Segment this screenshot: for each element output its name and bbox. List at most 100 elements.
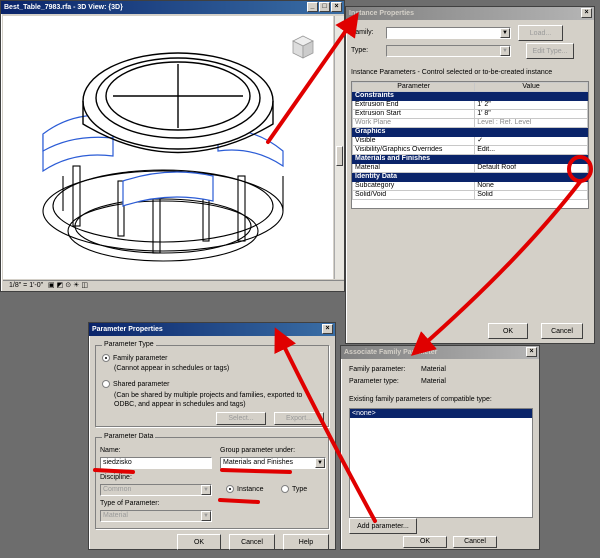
instance-params-label: Instance Parameters - Control selected o… xyxy=(351,69,553,76)
discipline-select[interactable]: Common ▼ xyxy=(100,484,212,496)
existing-params-label: Existing family parameters of compatible… xyxy=(349,396,492,403)
col-value-header[interactable]: Value xyxy=(474,82,588,92)
maximize-button[interactable]: □ xyxy=(319,2,330,12)
close-button[interactable]: × xyxy=(581,8,592,18)
table-row[interactable]: Work Plane Level : Ref. Level xyxy=(352,118,588,128)
param-value-cell[interactable]: Solid xyxy=(474,190,588,200)
minimize-button[interactable]: _ xyxy=(307,2,318,12)
table-row[interactable]: Visibility/Graphics Overrides Edit... xyxy=(352,145,588,155)
table-row[interactable]: Visible ✓ xyxy=(352,136,588,146)
view3d-title: Best_Table_7983.rfa - 3D View: {3D} xyxy=(4,4,123,11)
instance-radio[interactable]: Instance xyxy=(226,485,263,493)
load-button[interactable]: Load... xyxy=(518,25,563,41)
group-under-select[interactable]: Materials and Finishes ▼ xyxy=(220,457,326,469)
param-value-cell[interactable]: Edit... xyxy=(474,145,588,155)
group-under-value: Materials and Finishes xyxy=(223,459,294,466)
table-model xyxy=(42,35,314,262)
viewcube-icon xyxy=(292,35,314,59)
instance-props-titlebar: Instance Properties × xyxy=(346,7,594,20)
param-name-cell: Extrusion End xyxy=(352,100,476,110)
assoc-title: Associate Family Parameter xyxy=(344,349,438,356)
type-of-parameter-label: Type of Parameter: xyxy=(100,500,160,507)
table-row[interactable]: Extrusion Start 1' 8" xyxy=(352,109,588,119)
instance-params-grid: Parameter Value Constraints Extrusion End… xyxy=(351,81,589,209)
param-value-cell[interactable]: 1' 2" xyxy=(474,100,588,110)
shared-parameter-desc: (Can be shared by multiple projects and … xyxy=(114,392,303,408)
add-parameter-button[interactable]: Add parameter... xyxy=(349,518,417,534)
param-name-cell: Visibility/Graphics Overrides xyxy=(352,145,476,155)
group-under-label: Group parameter under: xyxy=(220,447,296,454)
param-value-cell[interactable]: ✓ xyxy=(474,136,588,146)
family-parameter-radio[interactable]: Family parameter xyxy=(102,354,167,362)
vertical-scrollbar[interactable] xyxy=(334,16,344,279)
close-button[interactable]: × xyxy=(526,347,537,357)
view3d-statusbar: 1/8" = 1'-0" ▣◩⊙☀◫ xyxy=(3,280,344,291)
grid-section-header[interactable]: Constraints xyxy=(352,91,588,101)
shared-parameter-radio[interactable]: Shared parameter xyxy=(102,380,169,388)
family-label: Family: xyxy=(351,29,374,36)
help-button[interactable]: Help xyxy=(283,534,329,550)
ok-button[interactable]: OK xyxy=(403,536,447,548)
table-row[interactable]: Solid/Void Solid xyxy=(352,190,588,200)
param-name-cell: Work Plane xyxy=(352,118,476,128)
family-parameter-desc: (Cannot appear in schedules or tags) xyxy=(114,365,230,372)
instance-label: Instance xyxy=(237,485,264,493)
parameter-type-group: Parameter Type Family parameter (Cannot … xyxy=(95,341,329,427)
section-name: Identity Data xyxy=(352,172,588,182)
type-radio[interactable]: Type xyxy=(281,485,307,493)
export-button[interactable]: Export... xyxy=(274,412,324,425)
grid-section-header[interactable]: Materials and Finishes xyxy=(352,154,588,164)
type-of-parameter-select[interactable]: Material ▼ xyxy=(100,510,212,522)
param-value-cell[interactable]: None xyxy=(474,181,588,191)
param-name-cell: Solid/Void xyxy=(352,190,476,200)
param-name-cell: Material xyxy=(352,163,476,173)
param-name-cell: Extrusion Start xyxy=(352,109,476,119)
parameter-type-heading: Parameter Type xyxy=(102,341,156,348)
parameter-data-group: Parameter Data Name: siedzisko Group par… xyxy=(95,433,329,529)
param-name-cell: Visible xyxy=(352,136,476,146)
view3d-canvas[interactable] xyxy=(3,16,333,279)
cancel-button[interactable]: Cancel xyxy=(229,534,275,550)
select-button[interactable]: Select... xyxy=(216,412,266,425)
cancel-button[interactable]: Cancel xyxy=(453,536,497,548)
parameter-type-value: Material xyxy=(421,378,446,385)
associate-family-parameter-dialog: Associate Family Parameter × Family para… xyxy=(340,345,540,550)
family-select[interactable]: ▼ xyxy=(386,27,511,39)
view3d-window: Best_Table_7983.rfa - 3D View: {3D} _ □ × xyxy=(0,0,345,292)
family-parameter-label: Family parameter xyxy=(113,354,168,362)
existing-params-list[interactable]: <none> xyxy=(349,408,533,518)
table-row[interactable]: Material Default Roof xyxy=(352,163,588,173)
param-props-titlebar: Parameter Properties × xyxy=(89,323,335,336)
table-row[interactable]: Extrusion End 1' 2" xyxy=(352,100,588,110)
param-value-cell[interactable]: 1' 8" xyxy=(474,109,588,119)
scale-label[interactable]: 1/8" = 1'-0" xyxy=(9,282,43,289)
parameter-data-heading: Parameter Data xyxy=(102,433,156,440)
list-item-none[interactable]: <none> xyxy=(350,409,532,418)
type-of-parameter-value: Material xyxy=(103,512,128,519)
edit-type-button[interactable]: Edit Type... xyxy=(526,43,574,59)
family-parameter-label: Family parameter: xyxy=(349,366,406,373)
assoc-titlebar: Associate Family Parameter × xyxy=(341,346,539,359)
grid-section-header[interactable]: Graphics xyxy=(352,127,588,137)
instance-props-title: Instance Properties xyxy=(349,10,414,17)
ok-button[interactable]: OK xyxy=(488,323,528,339)
ok-button[interactable]: OK xyxy=(177,534,221,550)
view-controls-icon[interactable]: ▣◩⊙☀◫ xyxy=(48,281,90,289)
name-input[interactable]: siedzisko xyxy=(100,457,212,469)
close-button[interactable]: × xyxy=(322,324,333,334)
section-name: Materials and Finishes xyxy=(352,154,588,164)
cancel-button[interactable]: Cancel xyxy=(541,323,583,339)
family-parameter-value: Material xyxy=(421,366,446,373)
grid-section-header[interactable]: Identity Data xyxy=(352,172,588,182)
type-select[interactable]: ▼ xyxy=(386,45,511,57)
table-row[interactable]: Subcategory None xyxy=(352,181,588,191)
parameter-type-label: Parameter type: xyxy=(349,378,399,385)
view3d-titlebar: Best_Table_7983.rfa - 3D View: {3D} _ □ × xyxy=(1,1,344,14)
name-label: Name: xyxy=(100,447,121,454)
col-param-header[interactable]: Parameter xyxy=(352,82,476,92)
param-props-title: Parameter Properties xyxy=(92,326,163,333)
param-value-cell[interactable]: Level : Ref. Level xyxy=(474,118,588,128)
param-value-cell[interactable]: Default Roof xyxy=(474,163,588,173)
close-button[interactable]: × xyxy=(331,2,342,12)
param-name-cell: Subcategory xyxy=(352,181,476,191)
